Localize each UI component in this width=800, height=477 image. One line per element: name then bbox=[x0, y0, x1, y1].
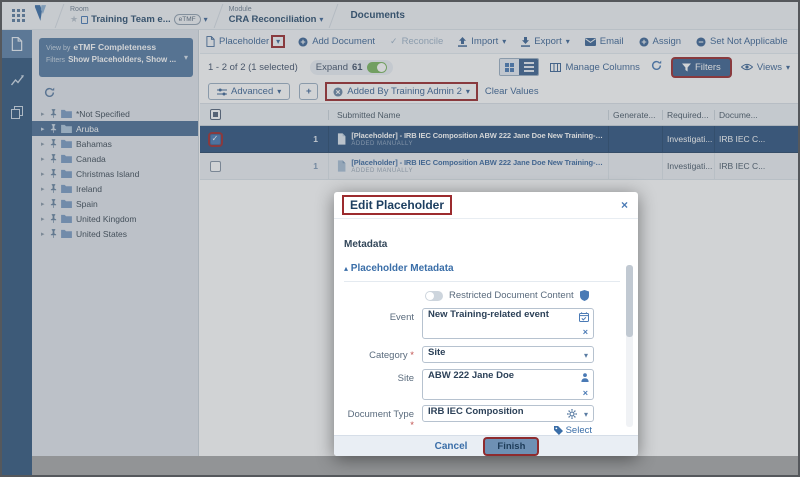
required-asterisk: * bbox=[410, 420, 414, 431]
scrollbar-thumb[interactable] bbox=[626, 265, 633, 337]
document-type-select[interactable]: IRB IEC Composition ▾ bbox=[422, 405, 594, 422]
metadata-heading: Metadata bbox=[344, 239, 387, 250]
person-icon[interactable] bbox=[581, 373, 589, 385]
category-select[interactable]: Site ▾ bbox=[422, 346, 594, 363]
shield-icon bbox=[580, 290, 589, 301]
event-label: Event bbox=[342, 308, 422, 339]
tag-icon bbox=[554, 426, 563, 435]
finish-button[interactable]: Finish bbox=[485, 439, 537, 454]
event-field-row: Event New Training-related event × bbox=[342, 308, 594, 339]
modal-scrollbar[interactable] bbox=[626, 265, 633, 427]
site-input[interactable]: ABW 222 Jane Doe × bbox=[422, 369, 594, 400]
restricted-content-label: Restricted Document Content bbox=[449, 290, 574, 301]
collapse-icon: ▴ bbox=[344, 264, 348, 273]
clear-field-icon[interactable]: × bbox=[583, 389, 588, 398]
modal-title: Edit Placeholder bbox=[344, 197, 450, 213]
modal-body: Metadata ▴ Placeholder Metadata Restrict… bbox=[334, 219, 638, 435]
calendar-icon[interactable] bbox=[579, 312, 589, 325]
divider bbox=[344, 281, 620, 282]
chevron-down-icon[interactable]: ▾ bbox=[584, 410, 588, 419]
app-window: Room ★ Training Team e... eTMF ▾ Module … bbox=[0, 0, 800, 477]
required-asterisk: * bbox=[410, 350, 414, 361]
restricted-content-row: Restricted Document Content bbox=[425, 290, 589, 301]
modal-footer: Cancel Finish bbox=[334, 435, 638, 456]
gear-icon[interactable] bbox=[567, 409, 577, 422]
category-field-row: Category * Site ▾ bbox=[342, 346, 594, 363]
edit-placeholder-modal: Edit Placeholder × Metadata ▴ Placeholde… bbox=[334, 192, 638, 456]
document-type-label: Document Type bbox=[348, 409, 414, 420]
select-document-type-link[interactable]: Select bbox=[554, 425, 592, 436]
close-icon[interactable]: × bbox=[621, 198, 628, 212]
site-field-row: Site ABW 222 Jane Doe × bbox=[342, 369, 594, 400]
site-label: Site bbox=[342, 369, 422, 400]
chevron-down-icon[interactable]: ▾ bbox=[584, 351, 588, 360]
event-input[interactable]: New Training-related event × bbox=[422, 308, 594, 339]
cancel-button[interactable]: Cancel bbox=[435, 441, 468, 452]
clear-field-icon[interactable]: × bbox=[583, 328, 588, 337]
restricted-content-toggle[interactable] bbox=[425, 291, 443, 301]
category-label: Category bbox=[369, 350, 408, 361]
modal-header: Edit Placeholder × bbox=[334, 192, 638, 219]
placeholder-metadata-section[interactable]: ▴ Placeholder Metadata bbox=[344, 263, 454, 274]
